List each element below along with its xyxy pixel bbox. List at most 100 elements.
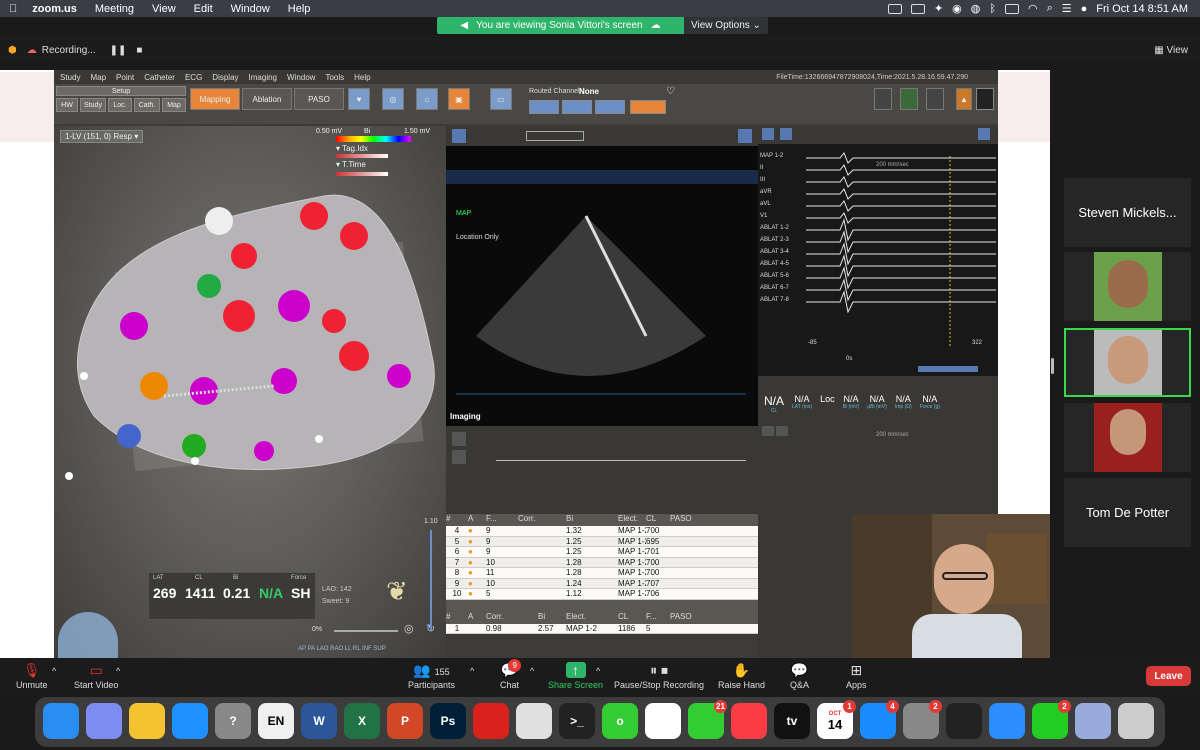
participant-video-2[interactable]: [1064, 328, 1191, 397]
chat-options-icon[interactable]: ^: [530, 666, 534, 676]
siri-icon[interactable]: ●: [1081, 3, 1088, 15]
table-row[interactable]: 8 ● 11 1.28 MAP 1-2 700: [446, 568, 758, 579]
table-header-cell[interactable]: F...: [646, 612, 670, 624]
dock-icon-o[interactable]: o: [602, 703, 638, 739]
menu-app-name[interactable]: zoom.us: [26, 3, 86, 15]
dock-icon-facetime[interactable]: 2: [1032, 700, 1071, 739]
table-row[interactable]: 4 ● 9 1.32 MAP 1-2 700: [446, 526, 758, 537]
menu-meeting[interactable]: Meeting: [86, 3, 143, 15]
clip-tool-icon[interactable]: ⌂: [416, 88, 438, 110]
table-header-cell[interactable]: Bi: [538, 612, 566, 624]
setup-tab-study[interactable]: Study: [80, 98, 106, 112]
dock-icon-monitor[interactable]: [946, 703, 982, 739]
menu-window[interactable]: Window: [222, 3, 279, 15]
us-ctrl-1[interactable]: [452, 432, 466, 446]
table-header-cell[interactable]: A: [468, 514, 486, 526]
view-icon-3[interactable]: [926, 88, 944, 110]
menu-help[interactable]: Help: [279, 3, 320, 15]
shield-icon[interactable]: ⬢: [8, 45, 17, 56]
dock-icon-drive[interactable]: [129, 703, 165, 739]
dock-icon-messages[interactable]: 21: [688, 700, 727, 739]
dock-icon-photos[interactable]: [645, 703, 681, 739]
dock-icon-scrivener[interactable]: [516, 703, 552, 739]
pause-recording-icon[interactable]: ❚❚: [110, 45, 127, 56]
table-header-cell[interactable]: F...: [486, 514, 518, 526]
table-header-cell[interactable]: Corr.: [486, 612, 518, 624]
view-presets[interactable]: AP PA LAO RAO LL RL INF SUP: [298, 646, 386, 652]
points-table[interactable]: # A F... Corr. Bi Elect. CL PASO 4 ● 9 1.32 MAP 1-2…: [446, 514, 758, 634]
camera-status-icon[interactable]: [910, 3, 925, 14]
routed-btn-2[interactable]: [562, 100, 592, 114]
dock-icon-en[interactable]: EN: [258, 703, 294, 739]
gallery-resize-handle[interactable]: [1051, 358, 1054, 374]
table-header-cell[interactable]: #: [446, 514, 468, 526]
carto-menu-catheter[interactable]: Catheter: [144, 73, 175, 82]
apple-menu-icon[interactable]: : [0, 3, 26, 15]
participant-tile-tom[interactable]: Tom De Potter: [1064, 478, 1191, 547]
carto-menu-tools[interactable]: Tools: [325, 73, 344, 82]
view-icon-2[interactable]: [900, 88, 918, 110]
carto-menu-help[interactable]: Help: [354, 73, 370, 82]
table2-row[interactable]: 1 0.98 2.57 MAP 1-2 1186 5: [446, 623, 758, 634]
readout-ctrl-2[interactable]: [776, 426, 788, 436]
menu-view[interactable]: View: [143, 3, 185, 15]
wifi-icon[interactable]: ◠: [1028, 2, 1038, 15]
control-center-icon[interactable]: ☰: [1062, 2, 1072, 15]
raise-hand-button[interactable]: ✋ Raise Hand: [718, 662, 765, 690]
audio-options-icon[interactable]: ^: [52, 666, 56, 676]
dock-icon-ps[interactable]: Ps: [430, 703, 466, 739]
table-header-cell[interactable]: Corr.: [518, 514, 538, 526]
zoom-slider[interactable]: [334, 630, 398, 632]
table-header-cell[interactable]: #: [446, 612, 468, 624]
dock-icon-tv[interactable]: tv: [774, 703, 810, 739]
dropbox-icon[interactable]: ✦: [934, 2, 943, 15]
unmute-button[interactable]: 🎙 Unmute: [16, 662, 48, 690]
view-options-button[interactable]: View Options ⌄: [684, 17, 768, 34]
dock-icon-[interactable]: >_: [559, 703, 595, 739]
menu-edit[interactable]: Edit: [185, 3, 222, 15]
table-header-cell[interactable]: CL: [618, 612, 646, 624]
active-speaker-video[interactable]: [852, 514, 1050, 658]
table-header-cell[interactable]: [518, 612, 538, 624]
tab-ablation[interactable]: Ablation: [242, 88, 292, 110]
view-icon-1[interactable]: [874, 88, 892, 110]
routed-btn-4[interactable]: [630, 100, 666, 114]
us-ctrl-2[interactable]: [452, 450, 466, 464]
dock-icon-x[interactable]: X: [344, 703, 380, 739]
carto-menu-point[interactable]: Point: [116, 73, 134, 82]
pause-stop-recording-button[interactable]: ⏸ ⏹ Pause/Stop Recording: [614, 662, 704, 690]
dock-icon-trash[interactable]: [1118, 703, 1154, 739]
qa-button[interactable]: 💬 Q&A: [790, 662, 809, 690]
setup-tab-hw[interactable]: HW: [56, 98, 78, 112]
share-options-icon[interactable]: ^: [596, 666, 600, 676]
view-button[interactable]: ▦ View: [1154, 45, 1188, 56]
spotlight-icon[interactable]: ⌕: [1047, 2, 1053, 15]
table-row[interactable]: 7 ● 10 1.28 MAP 1-2 700: [446, 557, 758, 568]
participant-video-1[interactable]: [1064, 252, 1191, 321]
carto-menu-map[interactable]: Map: [90, 73, 106, 82]
table-header-cell[interactable]: Elect.: [618, 514, 646, 526]
dock-icon-[interactable]: ?: [215, 703, 251, 739]
carto-menu-study[interactable]: Study: [60, 73, 80, 82]
participant-tile-steven[interactable]: Steven Mickels...: [1064, 178, 1191, 247]
table-header-cell[interactable]: Elect.: [566, 612, 618, 624]
battery-icon[interactable]: [1004, 3, 1019, 14]
table-row[interactable]: 5 ● 9 1.25 MAP 1-2 695: [446, 536, 758, 547]
tab-paso[interactable]: PASO: [294, 88, 344, 110]
compass-tool-icon[interactable]: ◎: [382, 88, 404, 110]
video-options-icon[interactable]: ^: [116, 666, 120, 676]
tab-mapping[interactable]: Mapping: [190, 88, 240, 110]
stop-recording-icon[interactable]: ■: [136, 45, 142, 56]
start-video-button[interactable]: ▭ Start Video: [74, 662, 118, 690]
participants-options-icon[interactable]: ^: [470, 666, 474, 676]
leave-button[interactable]: Leave: [1146, 666, 1191, 686]
setup-tab-map[interactable]: Map: [162, 98, 186, 112]
dock-icon-safari[interactable]: [172, 703, 208, 739]
reset-view-icon[interactable]: ◎: [404, 622, 414, 635]
dock-icon-acrobat[interactable]: [473, 703, 509, 739]
dock-icon-w[interactable]: W: [301, 703, 337, 739]
readout-ctrl-1[interactable]: [762, 426, 774, 436]
carto-menu-ecg[interactable]: ECG: [185, 73, 202, 82]
heart-tool-icon[interactable]: ♥: [348, 88, 370, 110]
participant-video-3[interactable]: [1064, 403, 1191, 472]
